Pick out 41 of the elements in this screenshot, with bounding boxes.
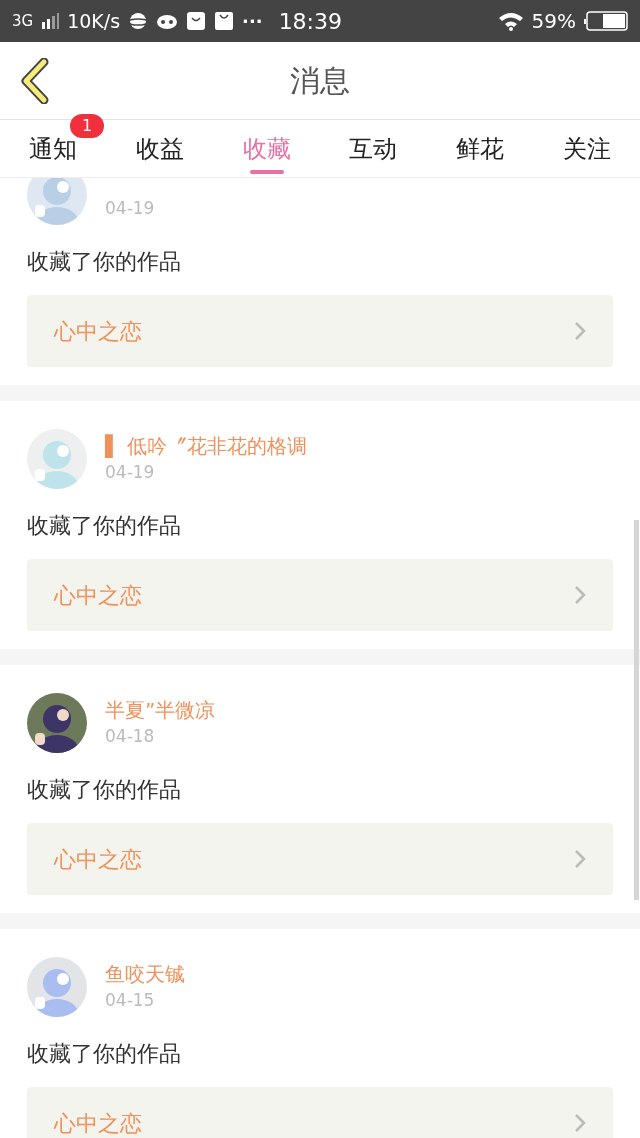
message-text: 收藏了你的作品 [27, 249, 182, 275]
work-link[interactable]: 心中之恋 [27, 1087, 613, 1138]
wifi-icon [497, 11, 524, 31]
message-date: 04-15 [105, 989, 156, 1012]
tab[interactable]: 关注 [533, 120, 640, 177]
tab[interactable]: 收藏 [213, 120, 320, 177]
user-name[interactable]: 半夏”半微凉 [105, 697, 216, 723]
chevron-right-icon [574, 585, 586, 605]
speed-label: 10K/s [67, 8, 121, 34]
back-icon [18, 58, 50, 104]
user-name[interactable]: ▌ 低吟〞花非花的格调 [105, 433, 307, 459]
cat-icon [156, 12, 179, 30]
planet-icon [128, 11, 149, 31]
signal-icon [41, 13, 60, 29]
chevron-right-icon [574, 321, 586, 341]
user-name[interactable]: 鱼咬天铖 [105, 961, 185, 987]
bag-icon [214, 11, 235, 31]
work-link[interactable]: 心中之恋 [27, 823, 613, 895]
back-button[interactable] [18, 58, 50, 104]
clock: 18:39 [278, 7, 343, 36]
message-date: 04-18 [105, 725, 156, 748]
work-link[interactable]: 心中之恋 [27, 559, 613, 631]
page-title: 消息 [290, 62, 350, 100]
more-label: ··· [242, 9, 263, 34]
message-text: 收藏了你的作品 [27, 1041, 182, 1067]
chevron-right-icon [574, 849, 586, 869]
tab-indicator [249, 170, 284, 174]
unread-badge: 1 [70, 114, 104, 138]
tab[interactable]: 收益 [106, 120, 214, 177]
network-label: 3G [12, 10, 34, 32]
battery-icon [584, 11, 628, 31]
chevron-right-icon [574, 1113, 586, 1133]
message-text: 收藏了你的作品 [27, 513, 182, 539]
message-date: 04-19 [105, 197, 155, 220]
battery-label: 59% [531, 8, 576, 35]
message-text: 收藏了你的作品 [27, 777, 182, 803]
message-date: 04-19 [105, 461, 156, 484]
work-link[interactable]: 心中之恋 [27, 295, 613, 367]
tab[interactable]: 鲜花 [426, 120, 534, 177]
bag-icon [186, 11, 207, 31]
tab[interactable]: 互动 [320, 120, 427, 177]
